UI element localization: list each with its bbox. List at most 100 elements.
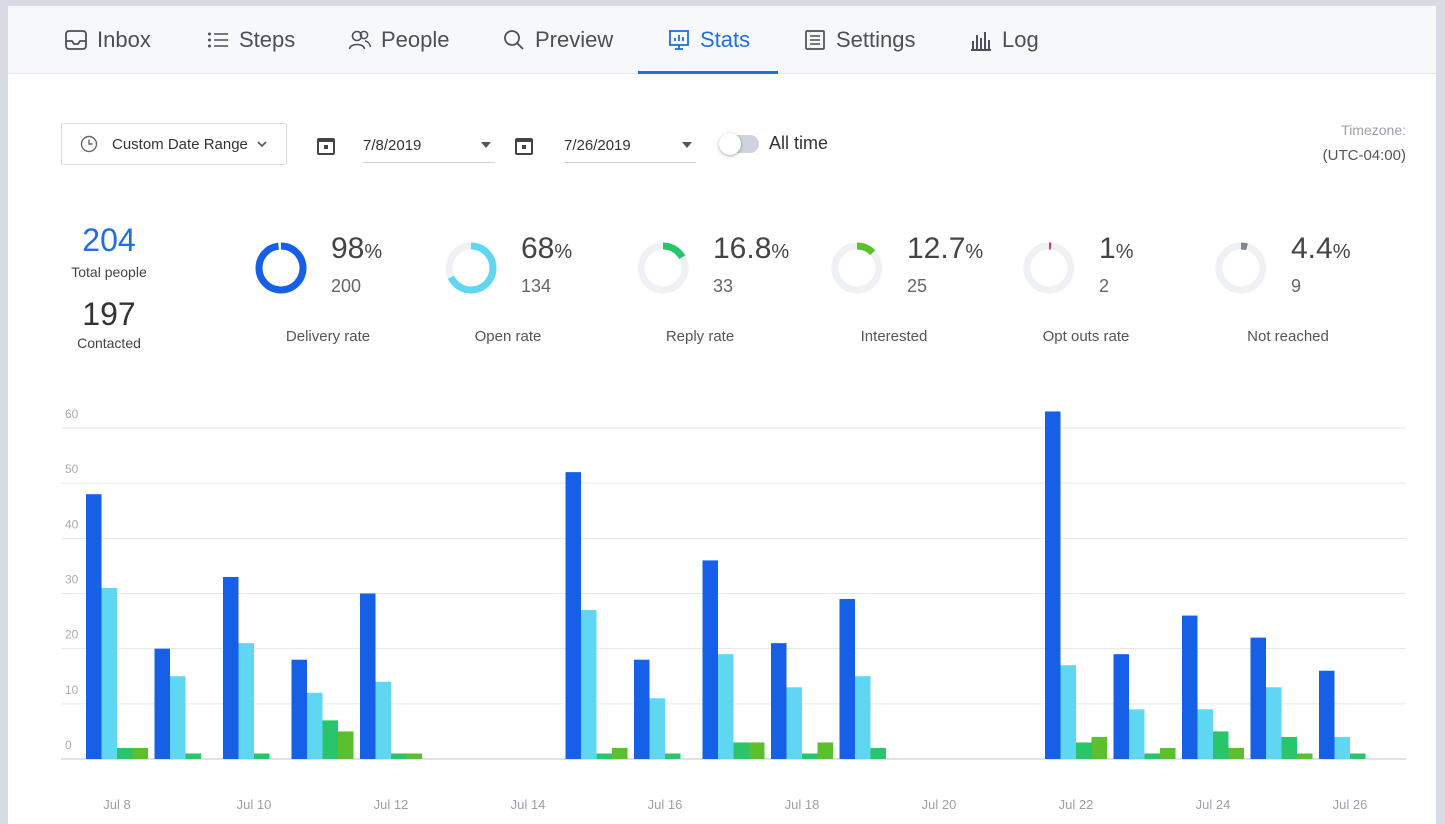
bar: [718, 654, 734, 759]
x-tick-label: Jul 20: [922, 797, 957, 812]
bar: [360, 593, 376, 759]
tab-inbox[interactable]: Inbox: [63, 6, 151, 73]
metric-count: 2: [1099, 276, 1110, 296]
bar: [132, 747, 148, 759]
timezone-value: (UTC-04:00): [1322, 147, 1406, 164]
contacted-label: Contacted: [77, 335, 141, 351]
metric-opt-outs-rate: 1% 2 Opt outs rate: [1021, 232, 1221, 362]
bar: [1266, 687, 1282, 759]
bar: [802, 753, 818, 759]
bar: [1350, 753, 1366, 759]
date-range-select[interactable]: Custom Date Range: [61, 123, 287, 165]
end-date-value: 7/26/2019: [564, 136, 631, 154]
y-tick-label: 0: [65, 738, 72, 752]
tab-log[interactable]: Log: [968, 6, 1039, 73]
toggle-knob: [719, 133, 741, 155]
percent-unit: %: [965, 241, 984, 263]
bar: [1060, 665, 1076, 759]
bar: [565, 472, 581, 759]
percent-unit: %: [1332, 241, 1351, 263]
bar: [223, 576, 239, 759]
bar: [238, 643, 254, 759]
metric-percent: 98%: [331, 232, 382, 266]
donut-chart: [831, 242, 883, 294]
end-date-input[interactable]: 7/26/2019: [564, 128, 696, 163]
bar: [1197, 709, 1213, 759]
x-tick-label: Jul 12: [374, 797, 409, 812]
metric-label: Interested: [860, 328, 928, 345]
top-navigation: Inbox Steps People Preview Stats Setting…: [8, 6, 1436, 74]
tab-label: People: [381, 26, 450, 52]
metric-label: Delivery rate: [285, 328, 371, 345]
x-tick-label: Jul 14: [511, 797, 546, 812]
bar: [596, 753, 612, 759]
donut-chart: [1215, 242, 1267, 294]
stats-page: Inbox Steps People Preview Stats Setting…: [8, 6, 1436, 824]
search-icon: [501, 27, 527, 53]
x-tick-label: Jul 24: [1196, 797, 1231, 812]
percent-unit: %: [771, 241, 790, 263]
settings-list-icon: [802, 27, 828, 53]
bar: [185, 753, 201, 759]
clock-icon: [80, 135, 98, 153]
metric-reply-rate: 16.8% 33 Reply rate: [635, 232, 835, 362]
bar: [1045, 411, 1061, 759]
metric-percent-value: 12.7: [907, 232, 966, 265]
inbox-icon: [63, 27, 89, 53]
tab-preview[interactable]: Preview: [501, 6, 613, 73]
x-tick-label: Jul 10: [237, 797, 272, 812]
tab-steps[interactable]: Steps: [205, 6, 295, 73]
bar: [1076, 742, 1092, 759]
bar: [1228, 747, 1244, 759]
bar: [375, 681, 391, 759]
y-tick-label: 40: [65, 517, 79, 531]
tab-label: Log: [1002, 26, 1039, 52]
bar: [581, 610, 597, 759]
metric-percent-value: 16.8: [713, 232, 772, 265]
bar: [1144, 753, 1160, 759]
bar: [771, 643, 787, 759]
bar: [817, 742, 833, 759]
metric-percent: 16.8%: [713, 232, 789, 266]
bar: [86, 494, 102, 759]
metric-label: Opt outs rate: [1042, 328, 1130, 345]
bar: [1182, 615, 1198, 759]
bar: [101, 587, 117, 759]
x-tick-label: Jul 26: [1333, 797, 1368, 812]
metric-open-rate: 68% 134 Open rate: [443, 232, 643, 362]
x-tick-label: Jul 18: [785, 797, 820, 812]
bar: [391, 753, 407, 759]
calendar-icon[interactable]: [514, 136, 534, 156]
percent-unit: %: [554, 241, 573, 263]
total-people-label: Total people: [71, 264, 147, 280]
calendar-icon[interactable]: [316, 136, 336, 156]
bar: [702, 560, 718, 759]
tab-settings[interactable]: Settings: [802, 6, 916, 73]
bar: [154, 648, 170, 759]
bar: [1334, 736, 1350, 759]
metric-count: 33: [713, 276, 734, 296]
metric-label: Open rate: [474, 328, 542, 345]
tab-label: Settings: [836, 26, 916, 52]
metric-percent: 1%: [1099, 232, 1133, 266]
bar: [870, 747, 886, 759]
bar: [749, 742, 765, 759]
metric-percent: 68%: [521, 232, 572, 266]
caret-down-icon: [682, 142, 692, 148]
bar: [634, 659, 650, 759]
bar: [1250, 637, 1266, 759]
bar: [612, 747, 628, 759]
percent-unit: %: [1115, 241, 1134, 263]
tab-stats[interactable]: Stats: [637, 6, 779, 74]
start-date-input[interactable]: 7/8/2019: [363, 128, 495, 163]
tab-people[interactable]: People: [347, 6, 450, 73]
bar: [1091, 736, 1107, 759]
tab-label: Steps: [239, 26, 296, 52]
all-time-toggle[interactable]: [719, 133, 759, 155]
percent-unit: %: [364, 241, 383, 263]
total-people-count: 204: [82, 222, 136, 258]
y-tick-label: 30: [65, 573, 79, 587]
bar: [307, 692, 323, 759]
bar: [786, 687, 802, 759]
bar: [254, 753, 270, 759]
